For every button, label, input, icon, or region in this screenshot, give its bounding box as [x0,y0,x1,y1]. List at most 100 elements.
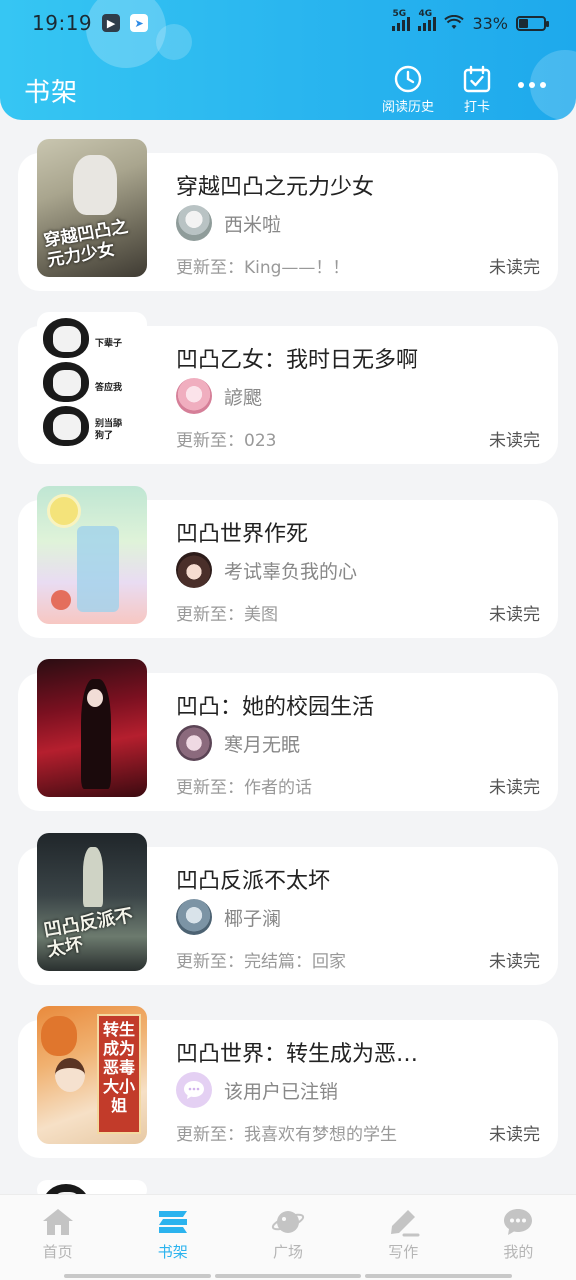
author-name: 该用户已注销 [224,1080,339,1103]
read-status: 未读完 [489,1125,540,1145]
planet-icon [271,1211,305,1233]
read-status: 未读完 [489,778,540,798]
cover-caption: 别当舔狗了 [95,419,123,441]
signal-5g-icon: 5G [392,9,411,31]
latest-update: 更新至：作者的话 [176,778,312,798]
bookshelf-icon [158,1211,187,1233]
nav-mine[interactable]: 我的 [461,1195,576,1280]
bottom-nav: 首页 书架 广场 写作 我的 [0,1194,576,1280]
tiger-image [41,1016,77,1056]
latest-update: 更新至：完结篇：回家 [176,952,346,972]
more-options-button[interactable] [516,76,548,94]
read-status: 未读完 [489,258,540,278]
glass-image [77,526,119,612]
gesture-bar[interactable] [64,1274,513,1278]
more-dot [540,82,546,88]
nav-label: 广场 [273,1243,304,1261]
author-name: 考试辜负我的心 [224,560,358,583]
wifi-icon [444,15,465,29]
nav-label: 写作 [388,1243,419,1261]
gesture-bar-segment [64,1274,211,1278]
pen-icon [391,1210,420,1237]
book-cover[interactable] [37,659,147,797]
book-title: 凹凸世界：转生成为恶… [176,1042,419,1067]
nav-home[interactable]: 首页 [0,1195,115,1280]
latest-update: 更新至：King——！！ [176,258,350,278]
battery-icon [516,15,549,31]
meme-face-image [43,362,89,402]
clock-icon [394,65,422,93]
read-status: 未读完 [489,605,540,625]
home-icon [42,1209,73,1235]
author-avatar [176,899,212,935]
send-app-icon: ➤ [130,14,149,32]
reading-history-button[interactable]: 阅读历史 [382,64,434,115]
author-avatar [176,1072,212,1108]
more-dot [529,82,535,88]
page-title: 书架 [24,78,79,108]
author-avatar [176,725,212,761]
read-status: 未读完 [489,952,540,972]
author-row: 寒月无眠 [176,725,300,761]
checkin-button[interactable]: 打卡 [462,64,492,115]
cover-figure [73,155,117,215]
author-row: 该用户已注销 [176,1072,338,1108]
battery-percent: 33% [472,13,508,33]
status-time: 19:19 [32,11,93,35]
read-status: 未读完 [489,431,540,451]
nav-label: 首页 [42,1243,73,1261]
author-name: 諺颸 [224,386,263,409]
author-row: 諺颸 [176,378,262,414]
reading-history-label: 阅读历史 [382,100,435,115]
author-name: 西米啦 [224,213,282,236]
book-cover[interactable]: 穿越凹凸之元力少女 [37,139,147,277]
author-name: 椰子澜 [224,907,282,930]
book-title: 穿越凹凸之元力少女 [176,175,375,200]
nav-write[interactable]: 写作 [346,1195,461,1280]
latest-update: 更新至：我喜欢有梦想的学生 [176,1125,397,1145]
cover-figure [83,847,103,907]
app-header: 19:19 ▶ ➤ 5G 4G 33% 书架 阅读历史 打卡 [0,0,576,120]
author-avatar [176,205,212,241]
chat-bubble-icon [504,1209,533,1235]
author-row: 椰子澜 [176,899,281,935]
author-avatar [176,552,212,588]
author-name: 寒月无眠 [224,733,301,756]
author-row: 西米啦 [176,205,281,241]
strawberry-image [51,590,71,610]
cover-title-art: 转生成为恶毒大小姐 [97,1014,141,1134]
more-dot [518,82,524,88]
cover-figure [55,1058,85,1092]
nav-label: 我的 [503,1243,534,1261]
book-cover[interactable] [37,486,147,624]
book-title: 凹凸：她的校园生活 [176,695,375,720]
gesture-bar-segment [214,1274,362,1278]
nav-label: 书架 [157,1243,188,1261]
book-title: 凹凸反派不太坏 [176,869,331,894]
book-cover[interactable]: 凹凸反派不太坏 [37,833,147,971]
book-cover[interactable]: 下辈子 答应我 别当舔狗了 [37,312,147,450]
battery-level [519,18,528,28]
title-row: 书架 阅读历史 打卡 [0,60,576,116]
author-avatar [176,378,212,414]
calendar-check-icon [463,65,491,93]
gesture-bar-segment [365,1274,513,1278]
deleted-user-chat-icon [184,1081,204,1099]
play-app-icon: ▶ [102,14,121,32]
cover-face [87,689,103,707]
meme-face-image [43,318,89,358]
latest-update: 更新至：023 [176,431,277,451]
book-title: 凹凸世界作死 [176,522,309,547]
status-indicators: 5G 4G 33% [392,9,549,33]
book-cover[interactable]: 转生成为恶毒大小姐 [37,1006,147,1144]
nav-bookshelf[interactable]: 书架 [115,1195,230,1280]
nav-plaza[interactable]: 广场 [230,1195,345,1280]
checkin-label: 打卡 [463,100,490,115]
signal-4g-icon: 4G [418,9,437,31]
author-row: 考试辜负我的心 [176,552,357,588]
status-bar: 19:19 ▶ ➤ 5G 4G 33% [0,0,576,46]
book-title: 凹凸乙女：我时日无多啊 [176,348,419,373]
latest-update: 更新至：美图 [176,605,278,625]
cover-caption: 下辈子 [95,339,123,349]
meme-face-image [43,406,89,446]
